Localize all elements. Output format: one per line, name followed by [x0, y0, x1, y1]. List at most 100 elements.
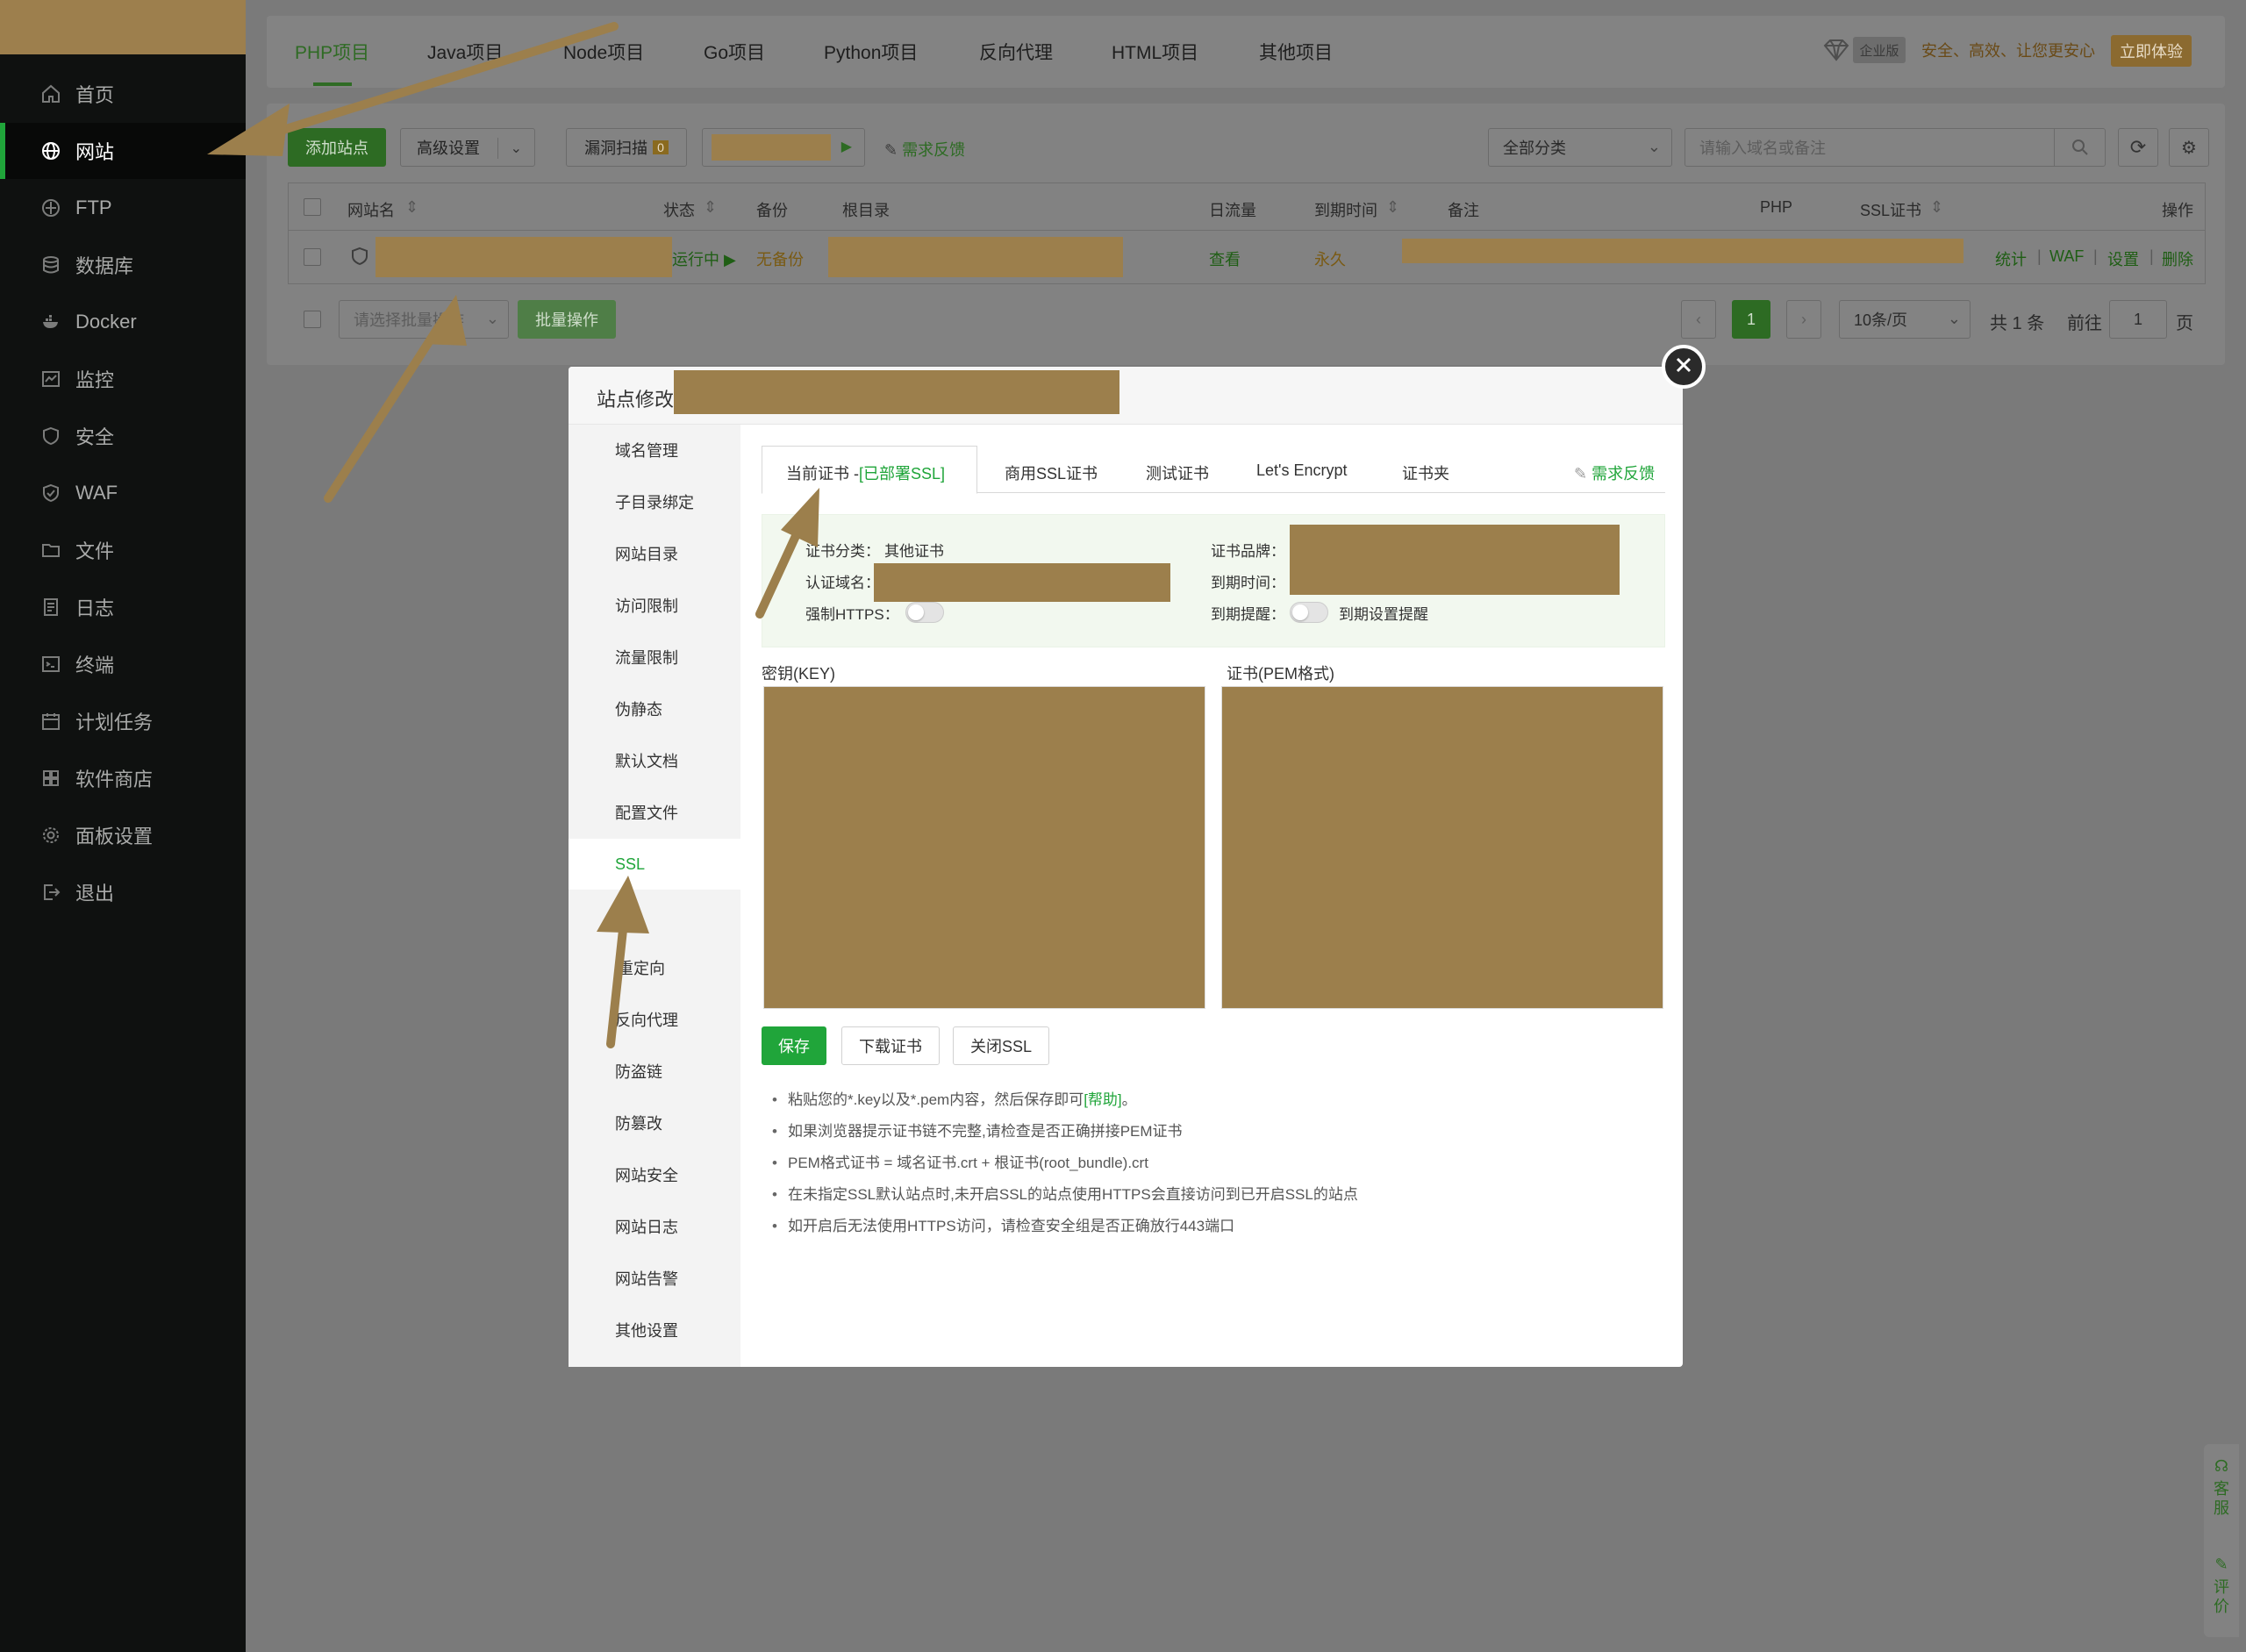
- try-now-button[interactable]: 立即体验: [2111, 35, 2192, 67]
- nav-access-limit[interactable]: 访问限制: [569, 580, 740, 631]
- download-cert-button[interactable]: 下载证书: [841, 1026, 940, 1065]
- tab-test-cert[interactable]: 测试证书: [1146, 461, 1209, 484]
- category-select[interactable]: 全部分类 ⌄: [1488, 128, 1672, 167]
- footer-checkbox[interactable]: [304, 311, 321, 328]
- select-all-checkbox[interactable]: [304, 198, 321, 216]
- chevron-down-icon: ⌄: [1947, 310, 1961, 327]
- nav-redirect[interactable]: 重定向: [569, 942, 740, 993]
- expire-remind-link[interactable]: 到期设置提醒: [1339, 602, 1428, 624]
- nav-site-dir[interactable]: 网站目录: [569, 528, 740, 579]
- cert-category-value: 其他证书: [884, 543, 944, 560]
- tab-current-cert[interactable]: 当前证书 -[已部署SSL]: [786, 461, 945, 484]
- page-size-select[interactable]: 10条/页 ⌄: [1839, 300, 1971, 339]
- search-icon: [2054, 129, 2105, 166]
- sidebar-item-settings[interactable]: 面板设置: [0, 807, 246, 863]
- sidebar-item-logout[interactable]: 退出: [0, 864, 246, 920]
- prev-page-button[interactable]: ‹: [1681, 300, 1716, 339]
- sidebar-item-logs[interactable]: 日志: [0, 579, 246, 635]
- action-delete[interactable]: 删除: [2162, 247, 2193, 270]
- nav-traffic-limit[interactable]: 流量限制: [569, 632, 740, 683]
- traffic-link[interactable]: 查看: [1209, 247, 1241, 270]
- table-settings-button[interactable]: ⚙: [2169, 128, 2209, 167]
- customer-service-link[interactable]: 客服: [2213, 1479, 2230, 1518]
- key-textarea[interactable]: [763, 686, 1205, 1009]
- action-stats[interactable]: 统计: [1995, 247, 2027, 270]
- tab-html[interactable]: HTML项目: [1112, 39, 1198, 65]
- sidebar-item-website[interactable]: 网站: [0, 123, 246, 179]
- nav-hotlink[interactable]: 防盗链: [569, 1046, 740, 1097]
- sidebar-item-database[interactable]: 数据库: [0, 237, 246, 293]
- sidebar-item-security[interactable]: 安全: [0, 408, 246, 464]
- rate-link[interactable]: 评价: [2213, 1577, 2230, 1616]
- row-checkbox[interactable]: [304, 248, 321, 266]
- col-ssl[interactable]: SSL证书: [1860, 198, 1921, 221]
- help-link[interactable]: [帮助]: [1084, 1091, 1121, 1108]
- col-expire[interactable]: 到期时间: [1314, 198, 1377, 221]
- tab-commercial-ssl[interactable]: 商用SSL证书: [1005, 461, 1098, 484]
- nav-subdir[interactable]: 子目录绑定: [569, 476, 740, 527]
- modal-close-button[interactable]: [1662, 345, 1706, 389]
- redacted-action-button[interactable]: ▶: [702, 128, 865, 167]
- ssl-feedback-link[interactable]: ✎ 需求反馈: [1574, 461, 1655, 484]
- next-page-button[interactable]: ›: [1786, 300, 1821, 339]
- action-waf[interactable]: WAF: [2049, 247, 2084, 266]
- close-ssl-button[interactable]: 关闭SSL: [953, 1026, 1049, 1065]
- nav-site-alert[interactable]: 网站告警: [569, 1253, 740, 1304]
- goto-page-input[interactable]: 1: [2109, 300, 2167, 339]
- backup-link[interactable]: 无备份: [756, 247, 804, 270]
- key-label: 密钥(KEY): [762, 665, 836, 683]
- advanced-settings-dropdown[interactable]: 高级设置 ⌄: [400, 128, 535, 167]
- sidebar-item-cron[interactable]: 计划任务: [0, 693, 246, 749]
- batch-select[interactable]: 请选择批量操作 ⌄: [339, 300, 509, 339]
- page-1-button[interactable]: 1: [1732, 300, 1770, 339]
- status-running[interactable]: 运行中 ▶: [672, 247, 736, 270]
- tab-cert-folder[interactable]: 证书夹: [1402, 461, 1449, 484]
- sort-icon[interactable]: ⇕: [405, 198, 418, 217]
- sidebar-item-home[interactable]: 首页: [0, 66, 246, 122]
- sidebar-item-terminal[interactable]: 终端: [0, 636, 246, 692]
- vuln-scan-button[interactable]: 漏洞扫描 0: [566, 128, 687, 167]
- tab-reverse-proxy[interactable]: 反向代理: [979, 39, 1053, 65]
- sidebar-item-store[interactable]: 软件商店: [0, 750, 246, 806]
- sort-icon[interactable]: ⇕: [704, 198, 717, 217]
- nav-domain[interactable]: 域名管理: [569, 425, 740, 476]
- pem-textarea[interactable]: [1221, 686, 1663, 1009]
- tab-python[interactable]: Python项目: [824, 39, 918, 65]
- tab-other[interactable]: 其他项目: [1259, 39, 1333, 65]
- nav-tamper-proof[interactable]: 防篡改: [569, 1098, 740, 1148]
- sidebar-item-waf[interactable]: WAF: [0, 465, 246, 521]
- sidebar-item-docker[interactable]: Docker: [0, 294, 246, 350]
- tab-node[interactable]: Node项目: [563, 39, 644, 65]
- col-status[interactable]: 状态: [663, 198, 695, 221]
- expire-value[interactable]: 永久: [1314, 247, 1346, 270]
- shield-icon: [40, 426, 61, 447]
- tab-go[interactable]: Go项目: [704, 39, 765, 65]
- tab-java[interactable]: Java项目: [427, 39, 503, 65]
- nav-site-security[interactable]: 网站安全: [569, 1149, 740, 1200]
- refresh-button[interactable]: ⟳: [2118, 128, 2158, 167]
- nav-site-logs[interactable]: 网站日志: [569, 1201, 740, 1252]
- nav-reverse-proxy[interactable]: 反向代理: [569, 994, 740, 1045]
- tab-php[interactable]: PHP项目: [295, 39, 369, 65]
- batch-action-button[interactable]: 批量操作: [518, 300, 616, 339]
- tab-lets-encrypt[interactable]: Let's Encrypt: [1256, 461, 1347, 480]
- nav-php[interactable]: P: [569, 890, 740, 941]
- nav-other-settings[interactable]: 其他设置: [569, 1305, 740, 1355]
- sort-icon[interactable]: ⇕: [1930, 198, 1943, 217]
- sidebar-item-monitor[interactable]: 监控: [0, 351, 246, 407]
- nav-config-file[interactable]: 配置文件: [569, 787, 740, 838]
- nav-ssl[interactable]: SSL: [569, 839, 740, 890]
- save-button[interactable]: 保存: [762, 1026, 826, 1065]
- sidebar-item-files[interactable]: 文件: [0, 522, 246, 578]
- add-site-button[interactable]: 添加站点: [288, 128, 386, 167]
- sidebar-item-ftp[interactable]: FTP: [0, 180, 246, 236]
- action-settings[interactable]: 设置: [2107, 247, 2139, 270]
- feedback-link[interactable]: ✎ 需求反馈: [884, 138, 965, 161]
- expire-remind-toggle[interactable]: [1290, 602, 1328, 623]
- force-https-toggle[interactable]: [905, 602, 944, 623]
- search-input[interactable]: 请输入域名或备注: [1684, 128, 2106, 167]
- sort-icon[interactable]: ⇕: [1386, 198, 1399, 217]
- nav-rewrite[interactable]: 伪静态: [569, 683, 740, 734]
- nav-default-doc[interactable]: 默认文档: [569, 735, 740, 786]
- col-site-name[interactable]: 网站名: [347, 198, 395, 221]
